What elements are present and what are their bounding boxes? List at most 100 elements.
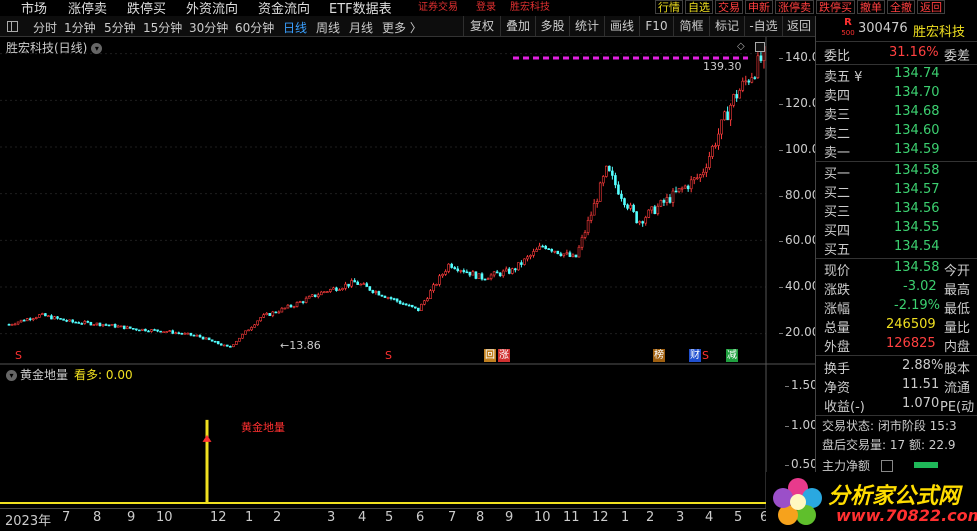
quick-button[interactable]: 交易 (715, 0, 743, 14)
watermark-logo: 分析家公式网 www.70822.com (766, 472, 977, 531)
period-tab-weekly[interactable]: 周线 (316, 19, 340, 36)
ask-row[interactable]: 卖五 ¥ 134.74 (816, 65, 977, 85)
period-tab-30min[interactable]: 30分钟 (189, 19, 228, 36)
menu-foreign-flow[interactable]: 外资流向 (186, 0, 238, 16)
candle-body (22, 319, 26, 322)
event-marker-pullback[interactable]: 回 (484, 349, 496, 362)
quick-button[interactable]: 申新 (745, 0, 773, 14)
menu-market[interactable]: 市场 (21, 0, 47, 16)
candle-body (386, 297, 390, 299)
date-tick: 12 (210, 510, 227, 525)
candle-body (738, 90, 742, 99)
quick-button[interactable]: 跌停买 (816, 0, 855, 14)
menu-limit-up[interactable]: 涨停卖 (68, 0, 107, 16)
quick-button[interactable]: 涨停卖 (775, 0, 814, 14)
ask-row[interactable]: 卖二 134.60 (816, 122, 977, 142)
candle-body (432, 284, 435, 292)
quick-button[interactable]: 行情 (655, 0, 683, 14)
ask-row[interactable]: 卖一 134.59 (816, 141, 977, 161)
bid-label: 买三 (824, 205, 851, 220)
overlay-button[interactable]: 叠加 (500, 16, 535, 36)
menu-securities-trade[interactable]: 证券交易 (418, 0, 458, 13)
date-tick: 6 (416, 510, 425, 525)
candle-body (198, 334, 202, 338)
diamond-icon[interactable]: ◇ (737, 42, 745, 52)
period-tab-more[interactable]: 更多 〉 (382, 19, 422, 36)
candle-body (601, 176, 605, 184)
candle-body (395, 298, 399, 302)
f10-button[interactable]: F10 (639, 16, 673, 36)
mark-button[interactable]: 标记 (709, 16, 744, 36)
quick-button[interactable]: 返回 (917, 0, 945, 14)
remove-watchlist-button[interactable]: -自选 (744, 16, 782, 36)
date-tick: 2 (273, 510, 282, 525)
bid-row[interactable]: 买二 134.57 (816, 181, 977, 201)
bid-row[interactable]: 买三 134.56 (816, 200, 977, 220)
menu-login[interactable]: 登录 (476, 0, 496, 13)
stat-label: 总量 (824, 321, 851, 336)
candle-body (514, 268, 517, 271)
main-capital-icon[interactable] (881, 460, 893, 472)
candle-body (207, 337, 211, 341)
event-marker-limit-up[interactable]: 涨 (498, 349, 510, 362)
candle-body (7, 324, 11, 326)
candle-body (686, 185, 690, 190)
quick-button[interactable]: 全撤 (887, 0, 915, 14)
candle-body (383, 295, 387, 298)
pane-expand-icon[interactable] (755, 42, 765, 52)
candle-body (38, 314, 41, 318)
period-tab-5min[interactable]: 5分钟 (104, 19, 136, 36)
candle-body (56, 316, 59, 319)
pane-toggle-icon[interactable]: ▾ (91, 43, 103, 54)
adjust-button[interactable]: 复权 (463, 16, 500, 36)
candle-body (201, 336, 205, 340)
event-marker-finance[interactable]: 财 (689, 349, 701, 362)
simple-frame-button[interactable]: 简框 (673, 16, 709, 36)
candle-body (380, 294, 384, 297)
kline-chart[interactable] (0, 37, 815, 508)
candle-body (162, 331, 165, 334)
date-tick: 2 (646, 510, 655, 525)
event-marker-s[interactable]: S (15, 349, 22, 362)
bid-price: 134.55 (894, 220, 940, 235)
statistics-button[interactable]: 统计 (569, 16, 604, 36)
date-tick: 11 (563, 510, 580, 525)
candle-body (71, 319, 74, 323)
event-marker-reduce[interactable]: 减 (726, 349, 738, 362)
bid-row[interactable]: 买四 134.55 (816, 219, 977, 239)
ask-price: 134.70 (894, 85, 940, 100)
menu-limit-down[interactable]: 跌停买 (127, 0, 166, 16)
period-tab-1min[interactable]: 1分钟 (64, 19, 96, 36)
quote-header: R 500 300476 胜宏科技 (816, 16, 977, 42)
back-button[interactable]: 返回 (782, 16, 815, 36)
candle-body (435, 284, 438, 286)
period-tab-60min[interactable]: 60分钟 (235, 19, 274, 36)
menu-capital-flow[interactable]: 资金流向 (258, 0, 310, 16)
ask-row[interactable]: 卖四 134.70 (816, 84, 977, 104)
multi-stock-button[interactable]: 多股 (535, 16, 569, 36)
period-tab-monthly[interactable]: 月线 (349, 19, 373, 36)
draw-line-button[interactable]: 画线 (604, 16, 639, 36)
period-tab-15min[interactable]: 15分钟 (143, 19, 182, 36)
after-hours-row: 盘后交易量: 17 额: 22.9 (816, 435, 977, 454)
candle-body (638, 221, 641, 224)
bid-row[interactable]: 买一 134.58 (816, 162, 977, 182)
candle-body (53, 316, 56, 320)
quick-button[interactable]: 撤单 (857, 0, 885, 14)
event-marker-ranking[interactable]: 榜 (653, 349, 665, 362)
window-menu-icon[interactable] (7, 21, 18, 32)
candle-body (332, 287, 335, 290)
date-tick: 5 (734, 510, 743, 525)
candle-body (720, 119, 723, 135)
ask-row[interactable]: 卖三 134.68 (816, 103, 977, 123)
event-marker-s[interactable]: S (702, 349, 709, 362)
bid-row[interactable]: 买五 134.54 (816, 238, 977, 258)
menu-stock-link[interactable]: 胜宏科技 (510, 0, 550, 13)
pane-toggle-icon[interactable]: ▾ (6, 370, 17, 381)
period-tab-daily[interactable]: 日线 (283, 19, 307, 36)
period-tab-intraday[interactable]: 分时 (33, 19, 57, 36)
menu-etf-table[interactable]: ETF数据表 (329, 0, 392, 16)
quick-button[interactable]: 自选 (685, 0, 713, 14)
event-marker-s[interactable]: S (385, 349, 392, 362)
stat-tail: 内盘 (944, 340, 971, 355)
